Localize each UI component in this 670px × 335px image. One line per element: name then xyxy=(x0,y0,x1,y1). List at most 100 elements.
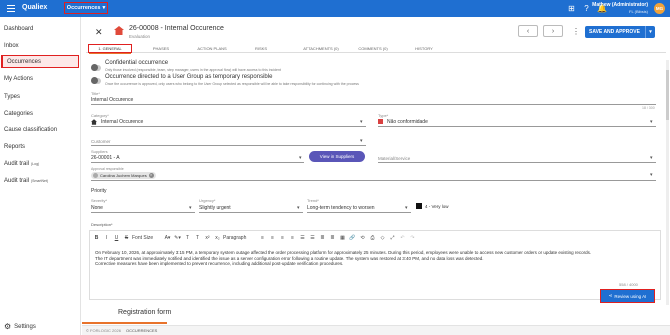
sidebar-item-audit-trail-log[interactable]: Audit trail (Log) xyxy=(0,157,81,170)
sidebar-item-cause-classification[interactable]: Cause classification xyxy=(0,123,81,136)
tab-action-plans[interactable]: ACTION PLANS xyxy=(191,44,233,53)
material-service-field[interactable]: Material/Service xyxy=(378,156,410,161)
sidebar-item-occurrences[interactable]: Occurrences xyxy=(1,55,79,68)
tab-general[interactable]: 1. GENERAL xyxy=(88,44,132,54)
trend-underline xyxy=(307,212,411,213)
avatar[interactable]: MG xyxy=(654,3,665,14)
chevron-down-icon[interactable]: ▾ xyxy=(650,155,653,161)
clear-format-button[interactable]: ⟲ xyxy=(358,235,367,241)
sidebar-item-inbox[interactable]: Inbox xyxy=(0,39,81,52)
numbered-list-button[interactable]: ☰ xyxy=(308,235,317,241)
category-select[interactable]: Internal Occurence xyxy=(101,119,143,125)
chevron-right-icon: › xyxy=(551,27,555,35)
strikethrough-button[interactable]: S xyxy=(122,235,131,241)
sidebar-item-my-actions[interactable]: My Actions xyxy=(0,72,81,85)
save-and-approve-button[interactable]: SAVE AND APPROVE ▾ xyxy=(585,26,655,38)
tab-comments[interactable]: COMMENTS (0) xyxy=(351,44,395,53)
chevron-down-icon[interactable]: ▾ xyxy=(645,26,655,38)
settings-link[interactable]: ⚙ Settings xyxy=(4,322,36,331)
chevron-down-icon[interactable]: ▾ xyxy=(650,172,653,178)
close-icon[interactable]: ✕ xyxy=(95,27,103,38)
previous-button[interactable]: ‹ xyxy=(518,25,538,37)
save-button-label: SAVE AND APPROVE xyxy=(589,29,640,35)
sidebar-item-audit-trail-smartnet[interactable]: Audit trail (SmartNet) xyxy=(0,174,81,187)
chevron-down-icon[interactable]: ▾ xyxy=(650,119,653,125)
font-size-select[interactable]: Font Size xyxy=(132,235,162,241)
subscript-button[interactable]: x₂ xyxy=(213,235,222,241)
tab-attachments[interactable]: ATTACHMENTS (0) xyxy=(296,44,346,53)
sidebar-item-dashboard[interactable]: Dashboard xyxy=(0,22,81,35)
view-in-suppliers-button[interactable]: View in Suppliers xyxy=(309,151,365,162)
italic-button[interactable]: I xyxy=(102,235,111,241)
fullscreen-icon[interactable]: ⤢ xyxy=(388,235,397,241)
confidential-title: Confidential occurrence xyxy=(105,60,169,66)
sidebar-item-categories[interactable]: Categories xyxy=(0,107,81,120)
brand-logo: Qualiex xyxy=(22,4,48,11)
link-icon[interactable]: 🔗 xyxy=(348,235,357,241)
chevron-down-icon[interactable]: ▾ xyxy=(405,205,408,211)
font-color-button[interactable]: A▾ xyxy=(163,235,172,241)
close-icon[interactable]: × xyxy=(148,173,154,178)
tab-bar: 1. GENERAL PHASES ACTION PLANS RISKS ATT… xyxy=(86,44,666,54)
superscript-button[interactable]: x² xyxy=(203,235,212,241)
outdent-button[interactable]: ≣ xyxy=(318,235,327,241)
module-selector-button[interactable]: Occurrences ▾ xyxy=(64,2,108,14)
type-select[interactable]: Não conformidade xyxy=(387,119,428,125)
suppliers-select[interactable]: 26-00001 - A xyxy=(91,155,120,161)
chevron-down-icon[interactable]: ▾ xyxy=(360,138,363,144)
tab-phases[interactable]: PHASES xyxy=(142,44,180,53)
text-size-down-button[interactable]: T xyxy=(193,235,202,241)
undo-icon[interactable]: ↶ xyxy=(398,235,407,241)
bullet-list-button[interactable]: ☰ xyxy=(298,235,307,241)
severity-select[interactable]: None xyxy=(91,205,103,211)
underline-button[interactable]: U xyxy=(112,235,121,241)
redo-icon[interactable]: ↷ xyxy=(408,235,417,241)
type-label: Type* xyxy=(378,113,389,118)
print-icon[interactable]: ⎙ xyxy=(368,235,377,241)
table-button[interactable]: ▦ xyxy=(338,235,347,241)
scrollbar[interactable] xyxy=(666,60,669,305)
customer-field[interactable]: Customer xyxy=(91,139,111,144)
chevron-down-icon[interactable]: ▾ xyxy=(297,205,300,211)
chevron-down-icon[interactable]: ▾ xyxy=(360,119,363,125)
source-code-button[interactable]: ◇ xyxy=(378,235,387,241)
next-button[interactable]: › xyxy=(543,25,563,37)
review-using-ai-button[interactable]: ⋖ Review using AI xyxy=(600,289,655,303)
tab-risks[interactable]: RISKS xyxy=(249,44,273,53)
confidential-toggle[interactable] xyxy=(91,64,101,71)
urgency-underline xyxy=(199,212,303,213)
user-group-toggle[interactable] xyxy=(91,77,101,84)
align-right-button[interactable]: ≡ xyxy=(278,235,287,241)
help-icon[interactable]: ? xyxy=(582,4,591,13)
more-options-icon[interactable]: ⋮ xyxy=(572,27,580,36)
title-input[interactable]: Internal Occurence xyxy=(91,97,133,103)
trend-select[interactable]: Long-term tendency to worsen xyxy=(307,205,375,211)
chevron-down-icon[interactable]: ▾ xyxy=(299,155,302,161)
justify-button[interactable]: ≡ xyxy=(288,235,297,241)
category-label: Category* xyxy=(91,113,109,118)
paragraph-select[interactable]: Paragraph xyxy=(223,235,257,241)
text-size-up-button[interactable]: T xyxy=(183,235,192,241)
editor-body[interactable]: On February 10, 2026, at approximately 3… xyxy=(95,250,655,267)
approval-chip[interactable]: Carolina Juchem Marques × xyxy=(91,172,156,179)
urgency-select[interactable]: Slightly urgent xyxy=(199,205,231,211)
align-center-button[interactable]: ≡ xyxy=(268,235,277,241)
severity-underline xyxy=(91,212,195,213)
sidebar-item-reports[interactable]: Reports xyxy=(0,140,81,153)
bold-button[interactable]: B xyxy=(92,235,101,241)
align-left-button[interactable]: ≡ xyxy=(258,235,267,241)
severity-label: Severity* xyxy=(91,198,108,203)
indent-button[interactable]: ≣ xyxy=(328,235,337,241)
chevron-down-icon[interactable]: ▾ xyxy=(189,205,192,211)
editor-toolbar: B I U S Font Size A▾ ✎▾ T T x² x₂ Paragr… xyxy=(90,233,660,243)
chevron-down-icon: ▾ xyxy=(102,5,106,11)
tab-history[interactable]: HISTORY xyxy=(409,44,439,53)
user-name[interactable]: Mathew (Administrator) xyxy=(592,2,648,8)
grid-icon[interactable]: ⊞ xyxy=(567,4,576,13)
highlight-button[interactable]: ✎▾ xyxy=(173,235,182,241)
sidebar-item-types[interactable]: Types xyxy=(0,90,81,103)
top-bar: Qualiex Occurrences ▾ ⊞ ? 🔔 Mathew (Admi… xyxy=(0,0,670,17)
module-label: Occurrences xyxy=(66,5,101,11)
trend-label: Trend* xyxy=(307,198,319,203)
hamburger-menu-icon[interactable] xyxy=(7,5,15,12)
